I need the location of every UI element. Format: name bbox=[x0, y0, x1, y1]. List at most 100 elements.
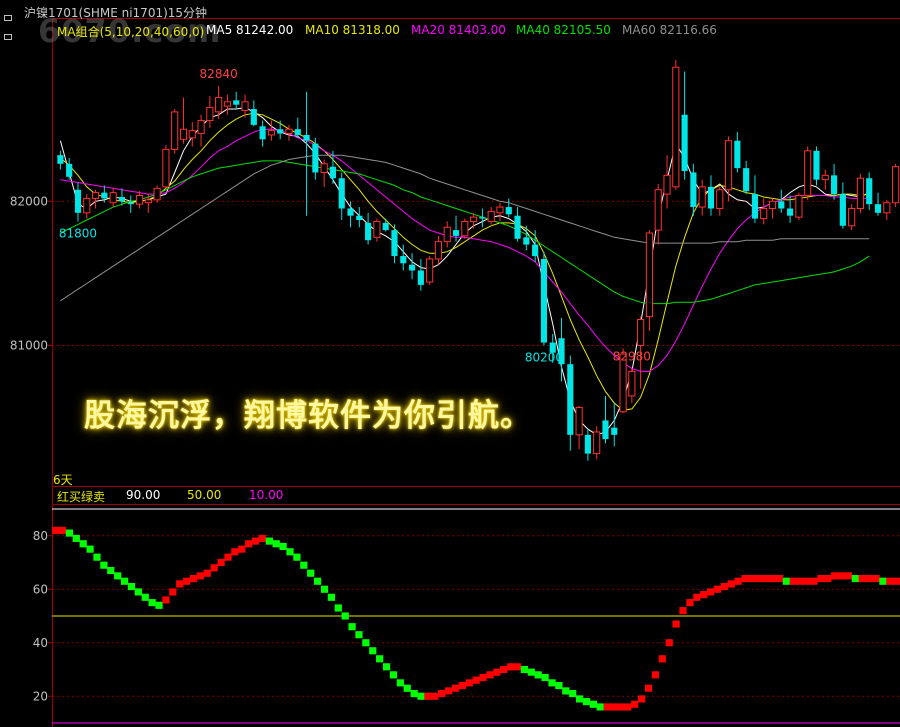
candle-body-up bbox=[672, 66, 680, 188]
candle-body-down bbox=[866, 178, 873, 205]
candle bbox=[496, 202, 504, 222]
candle bbox=[391, 224, 398, 264]
candle-body-up bbox=[83, 197, 91, 214]
indicator-step bbox=[803, 577, 811, 585]
candle bbox=[839, 182, 846, 229]
indicator-step bbox=[500, 665, 508, 674]
ma5-readout: MA5 81242.00 bbox=[206, 23, 294, 37]
candle-body-down bbox=[329, 166, 337, 179]
indicator-step bbox=[120, 577, 129, 585]
candle-body-down bbox=[101, 192, 108, 199]
indicator-step bbox=[851, 574, 859, 583]
candle bbox=[821, 169, 829, 190]
indicator-step bbox=[162, 596, 170, 604]
indicator-step bbox=[424, 692, 432, 700]
indicator-step bbox=[893, 577, 900, 585]
ma-line-ma5 bbox=[59, 107, 870, 436]
indicator-step bbox=[438, 690, 446, 698]
candle-body-down bbox=[751, 194, 759, 219]
candle bbox=[83, 194, 91, 219]
candle bbox=[171, 109, 179, 154]
indicator-step bbox=[107, 566, 115, 575]
candle bbox=[795, 192, 803, 221]
candle-body-down bbox=[479, 217, 486, 219]
indicator-step bbox=[700, 591, 708, 599]
indicator-step bbox=[203, 569, 211, 577]
candle bbox=[250, 100, 257, 127]
candle-body-down bbox=[874, 204, 882, 213]
candle-body-up bbox=[320, 163, 328, 173]
candle-body-up bbox=[698, 186, 706, 208]
candle bbox=[768, 198, 777, 219]
candle-body-up bbox=[223, 101, 232, 107]
indicator-step bbox=[555, 681, 563, 690]
indicator-step bbox=[245, 540, 253, 548]
indicator-step bbox=[231, 548, 239, 556]
candle-body-up bbox=[645, 232, 654, 318]
candle-body-down bbox=[57, 155, 64, 164]
candle bbox=[654, 183, 662, 245]
candle bbox=[223, 94, 232, 115]
high-price-label: 82980 bbox=[613, 350, 651, 364]
indicator-step bbox=[431, 692, 439, 700]
candle bbox=[382, 218, 389, 232]
indicator-step bbox=[52, 526, 60, 534]
candle-body-up bbox=[848, 207, 856, 227]
candle-body-down bbox=[778, 201, 785, 209]
candle bbox=[426, 256, 434, 285]
candle-body-up bbox=[144, 199, 152, 204]
candle-body-up bbox=[188, 130, 196, 139]
candle bbox=[751, 175, 759, 223]
high-price-label: 82840 bbox=[200, 67, 238, 81]
candle-body-down bbox=[382, 222, 389, 231]
candle-body-down bbox=[365, 222, 372, 241]
indicator-step bbox=[858, 574, 866, 583]
candle-body-up bbox=[426, 258, 434, 283]
indicator-step bbox=[389, 671, 398, 679]
indicator-step bbox=[589, 700, 597, 708]
candle bbox=[856, 173, 865, 213]
candle bbox=[144, 194, 152, 213]
candle-body-down bbox=[532, 244, 539, 257]
indicator-step bbox=[327, 593, 336, 601]
candle bbox=[179, 97, 188, 144]
indicator-step bbox=[638, 695, 646, 703]
window-icon[interactable] bbox=[4, 6, 20, 40]
candle-body-down bbox=[602, 420, 609, 440]
indicator-step bbox=[513, 663, 522, 671]
low-price-label: 80200 bbox=[525, 350, 563, 364]
candle-body-up bbox=[768, 200, 777, 209]
candle-body-up bbox=[162, 148, 170, 188]
indicator-step bbox=[527, 668, 535, 676]
indicator-level-90: 90.00 bbox=[126, 488, 161, 502]
candle-body-down bbox=[567, 364, 574, 435]
candle bbox=[628, 368, 636, 404]
candle bbox=[602, 395, 609, 444]
candle bbox=[188, 121, 196, 147]
indicator-step bbox=[169, 588, 177, 596]
indicator-step bbox=[369, 647, 377, 655]
candle bbox=[540, 251, 548, 346]
indicator-step bbox=[320, 585, 329, 593]
indicator-step bbox=[610, 703, 618, 711]
indicator-level-50: 50.00 bbox=[187, 488, 222, 502]
candle-body-down bbox=[356, 215, 363, 221]
indicator-step bbox=[569, 690, 577, 698]
indicator-step bbox=[596, 703, 604, 711]
indicator-step bbox=[348, 623, 356, 631]
indicator-step bbox=[706, 588, 715, 596]
candle bbox=[277, 120, 284, 140]
candle-body-down bbox=[74, 189, 82, 213]
indicator-step bbox=[300, 561, 308, 569]
candle-body-down bbox=[294, 129, 301, 135]
indicator-step bbox=[189, 574, 198, 583]
indicator-step bbox=[196, 572, 205, 580]
candle bbox=[672, 60, 680, 190]
indicator-step bbox=[575, 695, 584, 703]
candle-body-down bbox=[584, 434, 591, 454]
indicator-step bbox=[734, 577, 742, 585]
indicator-step bbox=[210, 564, 218, 572]
candle bbox=[505, 198, 512, 218]
candle-body-up bbox=[197, 120, 205, 135]
candle-body-down bbox=[347, 208, 354, 216]
